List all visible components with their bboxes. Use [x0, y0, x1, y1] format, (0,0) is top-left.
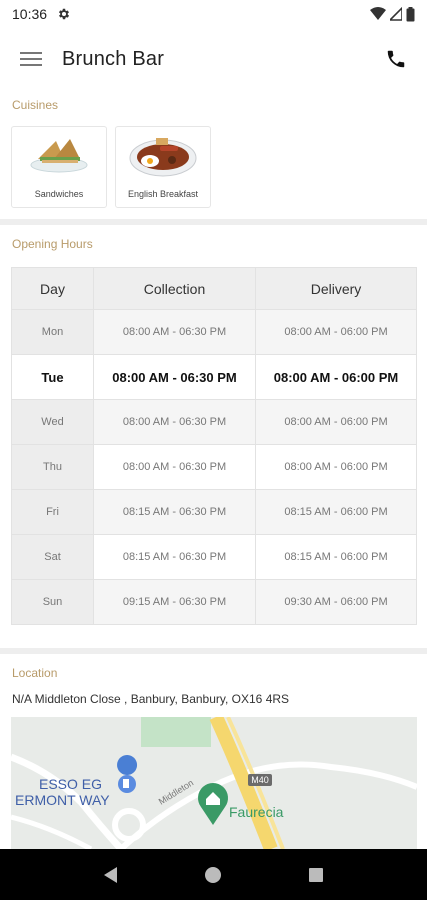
- table-row: Fri 08:15 AM - 06:30 PM 08:15 AM - 06:00…: [11, 489, 417, 535]
- day-cell: Sat: [11, 534, 94, 580]
- address-text: N/A Middleton Close , Banbury, Banbury, …: [12, 692, 290, 706]
- location-label: Location: [12, 666, 58, 680]
- table-row: Thu 08:00 AM - 06:30 PM 08:00 AM - 06:00…: [11, 444, 417, 490]
- cuisine-name-english-breakfast: English Breakfast: [127, 189, 199, 199]
- header-delivery: Delivery: [255, 267, 417, 310]
- poi-esso-label-2: ERMONT WAY: [15, 792, 110, 808]
- delivery-cell: 08:00 AM - 06:00 PM: [255, 309, 417, 355]
- table-row-today: Tue 08:00 AM - 06:30 PM 08:00 AM - 06:00…: [11, 354, 417, 400]
- cuisines-list: Sandwiches English Breakfast: [11, 126, 211, 208]
- hamburger-menu-button[interactable]: [0, 36, 62, 82]
- park-area: [141, 717, 211, 747]
- cuisine-card-sandwiches[interactable]: Sandwiches: [11, 126, 107, 208]
- delivery-cell: 08:15 AM - 06:00 PM: [255, 534, 417, 580]
- page-title: Brunch Bar: [62, 47, 165, 70]
- table-row: Sat 08:15 AM - 06:30 PM 08:15 AM - 06:00…: [11, 534, 417, 580]
- collection-cell: 08:15 AM - 06:30 PM: [93, 489, 256, 535]
- cuisine-name-sandwiches: Sandwiches: [34, 189, 84, 199]
- collection-cell: 08:00 AM - 06:30 PM: [93, 354, 256, 400]
- status-bar: 10:36: [0, 0, 427, 28]
- day-cell: Thu: [11, 444, 94, 490]
- table-header-row: Day Collection Delivery: [11, 267, 417, 310]
- delivery-cell: 08:15 AM - 06:00 PM: [255, 489, 417, 535]
- delivery-cell: 08:00 AM - 06:00 PM: [255, 354, 417, 400]
- app-bar: Brunch Bar: [0, 36, 427, 82]
- section-divider: [0, 219, 427, 225]
- opening-hours-label: Opening Hours: [12, 237, 93, 251]
- header-day: Day: [11, 267, 94, 310]
- settings-gear-icon: [59, 8, 70, 20]
- day-cell: Mon: [11, 309, 94, 355]
- collection-cell: 08:15 AM - 06:30 PM: [93, 534, 256, 580]
- status-time: 10:36: [12, 6, 48, 22]
- sandwich-image-icon: [30, 139, 88, 173]
- recents-icon[interactable]: [307, 866, 325, 884]
- back-icon[interactable]: [102, 866, 120, 884]
- table-row: Sun 09:15 AM - 06:30 PM 09:30 AM - 06:00…: [11, 579, 417, 625]
- day-cell: Wed: [11, 399, 94, 445]
- cell-signal-icon: [390, 7, 402, 21]
- day-cell: Sun: [11, 579, 94, 625]
- battery-icon: [406, 6, 415, 21]
- system-navigation-bar: [0, 849, 427, 900]
- collection-cell: 08:00 AM - 06:30 PM: [93, 444, 256, 490]
- collection-cell: 09:15 AM - 06:30 PM: [93, 579, 256, 625]
- day-cell: Fri: [11, 489, 94, 535]
- wifi-icon: [370, 7, 386, 20]
- phone-icon: [387, 50, 405, 68]
- delivery-cell: 08:00 AM - 06:00 PM: [255, 444, 417, 490]
- home-icon[interactable]: [204, 866, 222, 884]
- call-button[interactable]: [383, 46, 409, 72]
- table-row: Wed 08:00 AM - 06:30 PM 08:00 AM - 06:00…: [11, 399, 417, 445]
- delivery-cell: 08:00 AM - 06:00 PM: [255, 399, 417, 445]
- delivery-cell: 09:30 AM - 06:00 PM: [255, 579, 417, 625]
- poi-esso-label-1: ESSO EG: [39, 776, 102, 792]
- table-row: Mon 08:00 AM - 06:30 PM 08:00 AM - 06:00…: [11, 309, 417, 355]
- motorway-label: M40: [251, 775, 269, 785]
- cuisines-label: Cuisines: [12, 98, 59, 112]
- collection-cell: 08:00 AM - 06:30 PM: [93, 399, 256, 445]
- cuisine-card-english-breakfast[interactable]: English Breakfast: [115, 126, 211, 208]
- map-canvas: M40 Middleton ESSO EG ERMONT WAY Faureci…: [11, 717, 417, 849]
- day-cell: Tue: [11, 354, 94, 400]
- section-divider: [0, 648, 427, 654]
- poi-label: Faurecia: [229, 804, 284, 820]
- collection-cell: 08:00 AM - 06:30 PM: [93, 309, 256, 355]
- breakfast-plate-image-icon: [129, 138, 197, 177]
- hamburger-menu-icon: [20, 52, 42, 66]
- opening-hours-table: Day Collection Delivery Mon 08:00 AM - 0…: [11, 267, 417, 625]
- location-map[interactable]: M40 Middleton ESSO EG ERMONT WAY Faureci…: [11, 717, 417, 849]
- header-collection: Collection: [93, 267, 256, 310]
